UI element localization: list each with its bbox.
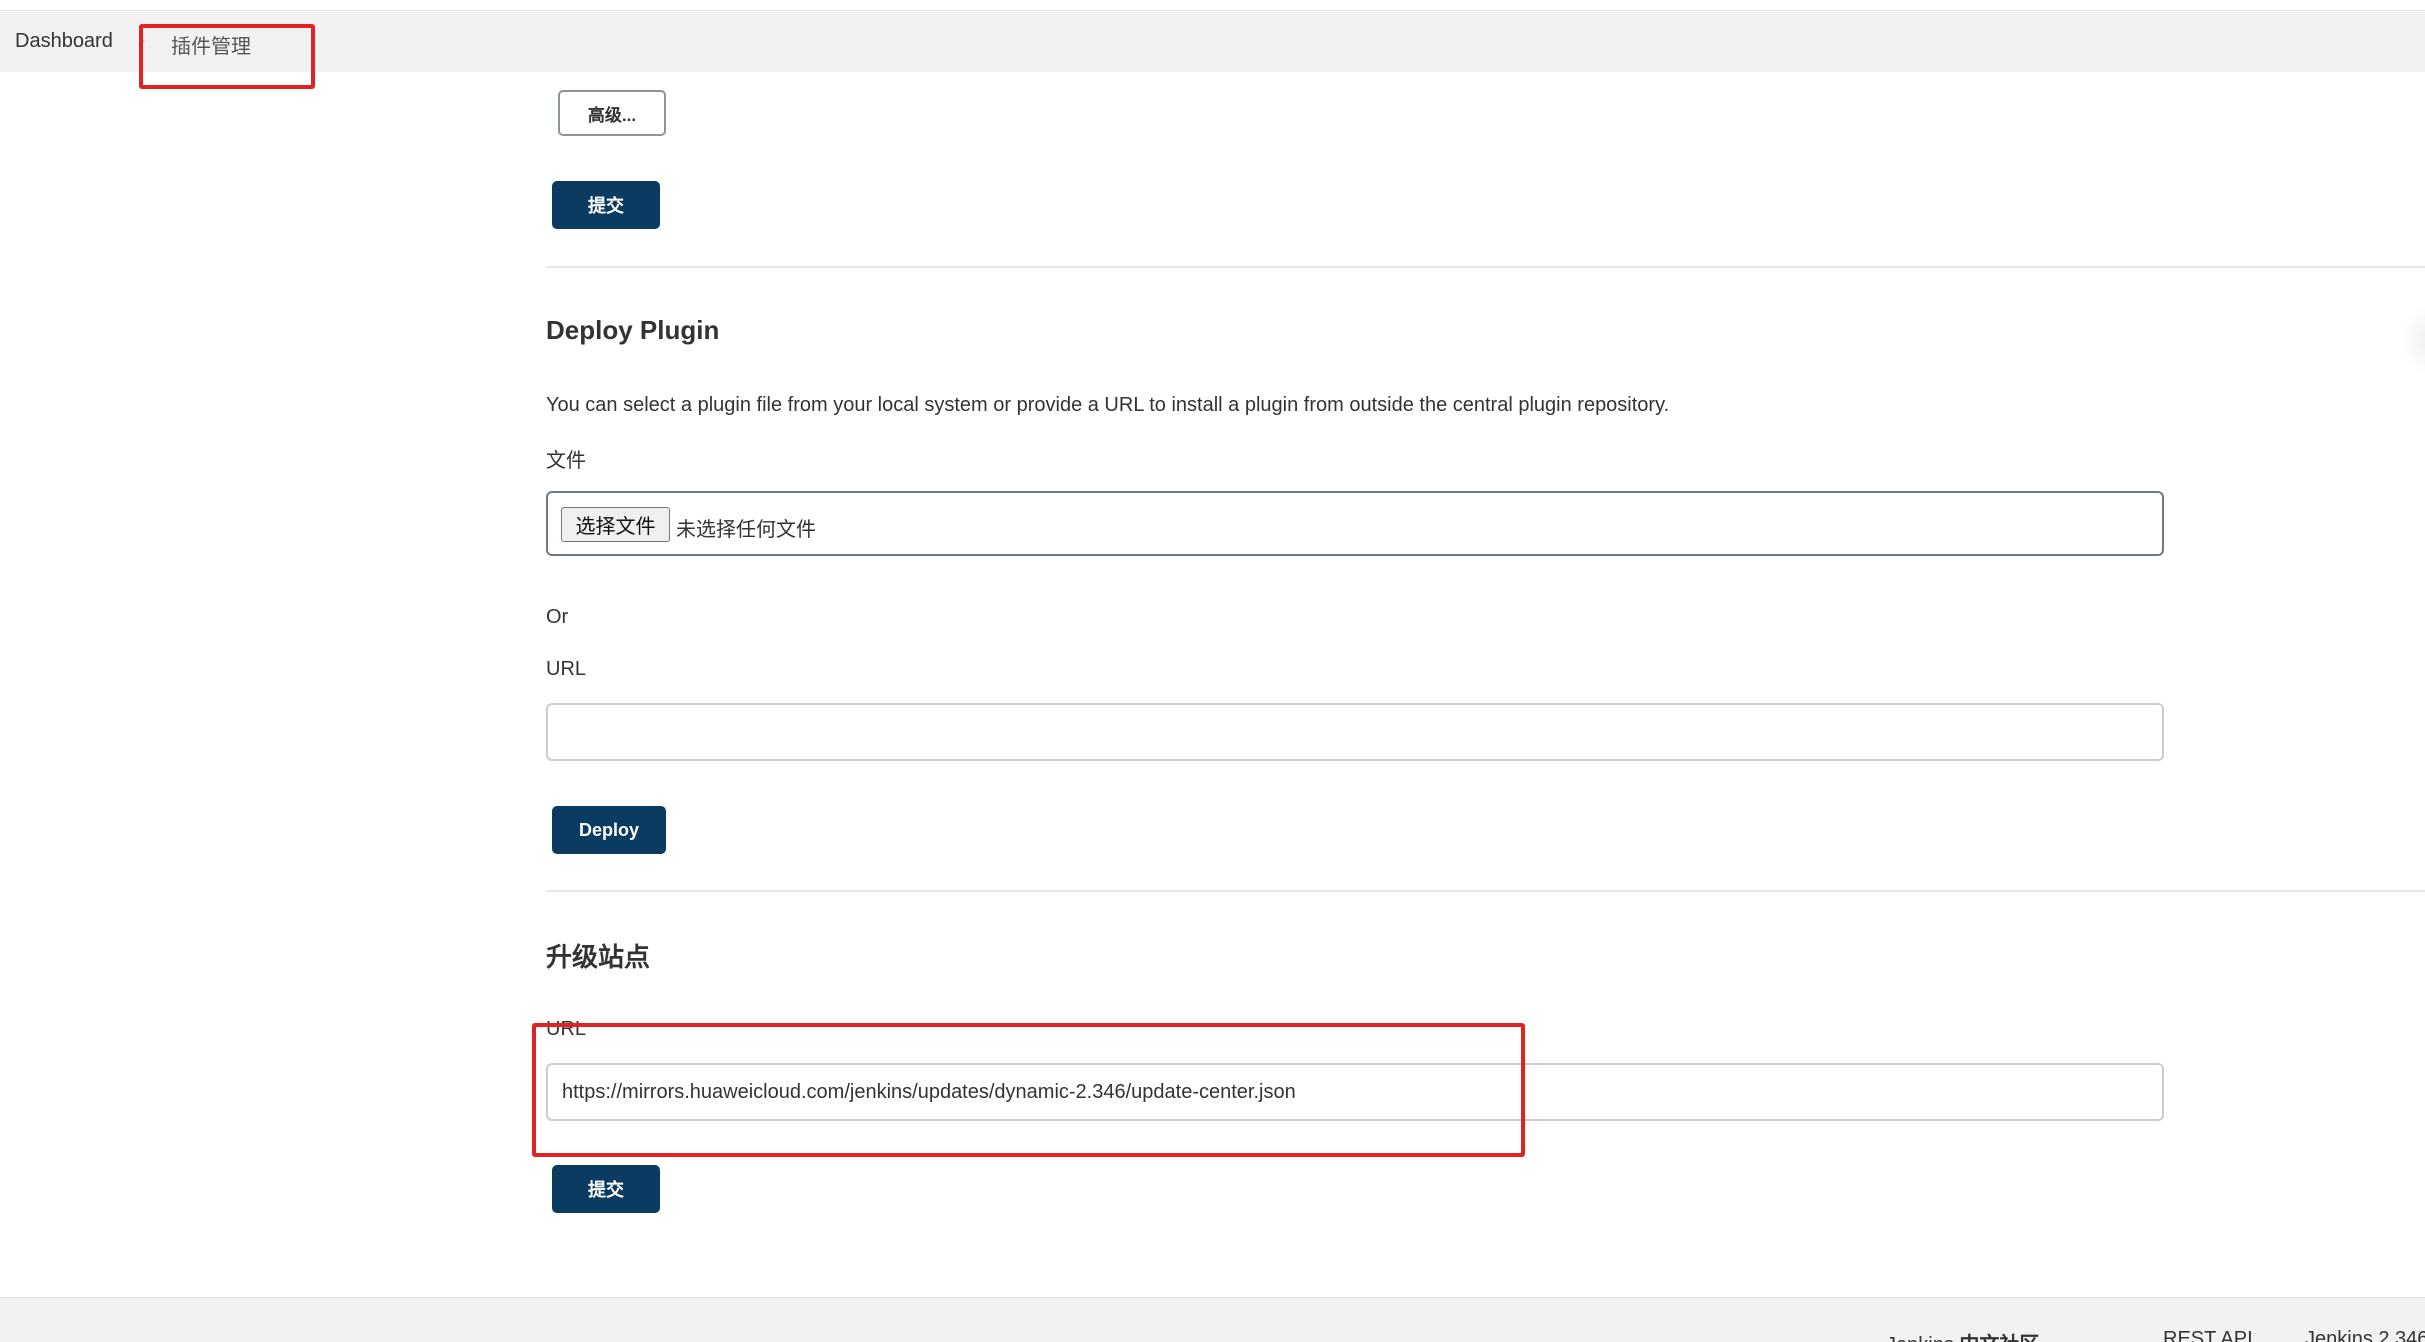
deploy-url-label: URL [546, 658, 587, 680]
footer-community-bold: 中文社区 [1959, 1334, 2039, 1342]
deploy-plugin-title: Deploy Plugin [546, 315, 720, 345]
edge-shadow [2400, 300, 2425, 380]
file-label: 文件 [546, 450, 586, 472]
advanced-button[interactable]: 高级... [558, 90, 666, 136]
highlight-annotation-breadcrumb [139, 24, 315, 89]
deploy-url-input[interactable] [546, 703, 2164, 761]
update-site-title: 升级站点 [546, 942, 651, 972]
breadcrumb-dashboard-link[interactable]: Dashboard [15, 30, 113, 53]
update-site-submit-button[interactable]: 提交 [552, 1165, 660, 1213]
footer-version-link[interactable]: Jenkins 2.346 [2305, 1328, 2425, 1342]
footer: Jenkins 中文社区 REST API Jenkins 2.346 [0, 1297, 2425, 1342]
highlight-annotation-update-url [532, 1023, 1525, 1157]
or-label: Or [546, 606, 569, 628]
submit-button[interactable]: 提交 [552, 181, 660, 229]
deploy-plugin-description: You can select a plugin file from your l… [546, 394, 1670, 416]
choose-file-button[interactable]: 选择文件 [561, 507, 670, 542]
footer-rest-api-link[interactable]: REST API [2163, 1328, 2253, 1342]
section-divider [546, 890, 2425, 892]
file-status-text: 未选择任何文件 [676, 519, 816, 541]
deploy-button[interactable]: Deploy [552, 806, 666, 854]
section-divider [546, 266, 2425, 268]
file-upload-field[interactable]: 选择文件 未选择任何文件 [546, 491, 2164, 556]
footer-community-prefix: Jenkins [1886, 1334, 1959, 1342]
footer-community-link[interactable]: Jenkins 中文社区 [1886, 1328, 2039, 1342]
breadcrumb: Dashboard › 插件管理 [0, 10, 2425, 72]
